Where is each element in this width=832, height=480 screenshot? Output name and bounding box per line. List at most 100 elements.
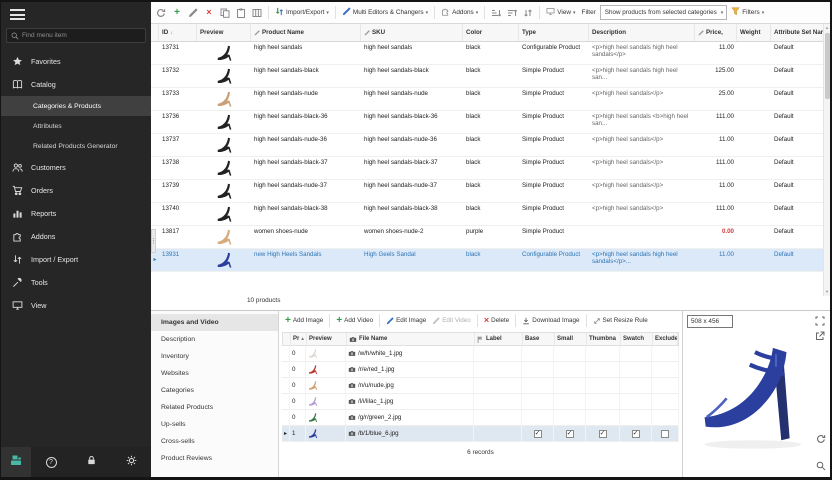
delete-image-button[interactable]: ×Delete	[482, 315, 511, 326]
product-row[interactable]: 13740high heel sandals-black-38high heel…	[151, 203, 830, 226]
header-position[interactable]: Pr▴	[291, 333, 307, 345]
sidebar-item-reports[interactable]: Reports	[1, 202, 151, 225]
thumbnail-checkbox[interactable]: ✓	[599, 430, 607, 438]
paste-button[interactable]	[234, 5, 248, 20]
header-weight[interactable]: Weight	[737, 24, 771, 41]
exclude-checkbox[interactable]	[661, 430, 669, 438]
sidebar-item-categories-products[interactable]: Categories & Products	[1, 96, 151, 116]
header-attribute-set[interactable]: Attribute Set Name	[771, 24, 830, 41]
delete-button[interactable]: ×	[202, 5, 216, 20]
header-price[interactable]: Price,	[695, 24, 737, 41]
tab-inventory[interactable]: Inventory	[151, 348, 278, 365]
sidebar-item-customers[interactable]: Customers	[1, 156, 151, 179]
image-row[interactable]: 0/r/e/red_1.jpg	[282, 362, 679, 378]
scroll-down-icon[interactable]: ▼	[824, 288, 830, 296]
vertical-scrollbar[interactable]: ▲ ▼	[823, 24, 830, 296]
columns-button[interactable]	[250, 5, 264, 20]
menu-search-input[interactable]	[22, 32, 141, 39]
add-image-button[interactable]: +Add Image	[283, 315, 325, 327]
clear-sort-button[interactable]	[521, 5, 535, 20]
product-row[interactable]: 13817women shoes-nudewomen shoes-nude-2p…	[151, 226, 830, 249]
add-video-button[interactable]: +Add Video	[334, 315, 375, 327]
tab-up-sells[interactable]: Up-sells	[151, 416, 278, 433]
product-row[interactable]: 13737high heel sandals-nude-36high heel …	[151, 134, 830, 157]
view-menu[interactable]: View▾	[544, 6, 577, 19]
refresh-button[interactable]	[154, 5, 168, 20]
base-checkbox[interactable]: ✓	[534, 430, 542, 438]
product-row[interactable]: 13739high heel sandals-nude-37high heel …	[151, 180, 830, 203]
lock-button[interactable]	[71, 453, 111, 471]
edit-image-button[interactable]: Edit Image	[384, 316, 428, 326]
image-row[interactable]: 0/w/h/white_1.jpg	[282, 346, 679, 362]
tab-categories[interactable]: Categories	[151, 382, 278, 399]
tab-websites[interactable]: Websites	[151, 365, 278, 382]
header-preview[interactable]: Preview	[197, 24, 251, 41]
sort-desc-button[interactable]	[505, 5, 519, 20]
header-id[interactable]: ID↓	[159, 24, 197, 41]
copy-button[interactable]	[218, 5, 232, 20]
image-row[interactable]: 0/g/r/green_2.jpg	[282, 410, 679, 426]
image-size-field[interactable]: 508 x 456	[687, 315, 733, 328]
sidebar-item-catalog[interactable]: Catalog	[1, 73, 151, 96]
header-color[interactable]: Color	[463, 24, 519, 41]
sidebar-item-orders[interactable]: Orders	[1, 179, 151, 202]
grid-splitter-handle[interactable]: ⋮	[151, 229, 156, 253]
header-thumbnail[interactable]: Thumbna	[587, 333, 621, 345]
tab-product-reviews[interactable]: Product Reviews	[151, 450, 278, 467]
header-product-name[interactable]: Product Name	[251, 24, 361, 41]
product-row[interactable]: ▸13931new High Heels SandalsHigh Geels S…	[151, 249, 830, 272]
zoom-icon[interactable]	[815, 460, 827, 472]
menu-icon[interactable]	[10, 9, 25, 23]
tab-related-products[interactable]: Related Products	[151, 399, 278, 416]
product-row[interactable]: 13731high heel sandalshigh heel sandalsb…	[151, 42, 830, 65]
edit-button[interactable]	[186, 5, 200, 20]
image-row[interactable]: 0/l/i/lilac_1.jpg	[282, 394, 679, 410]
product-row[interactable]: 13732high heel sandals-blackhigh heel sa…	[151, 65, 830, 88]
sidebar-item-import-export[interactable]: Import / Export	[1, 248, 151, 271]
sidebar-item-addons[interactable]: Addons	[1, 225, 151, 248]
header-sku[interactable]: SKU	[361, 24, 463, 41]
edit-video-button[interactable]: Edit Video	[430, 316, 473, 326]
header-swatch[interactable]: Swatch	[621, 333, 653, 345]
filters-menu[interactable]: Filters▾	[729, 6, 766, 19]
category-filter-select[interactable]: Show products from selected categories ▾	[600, 5, 728, 20]
header-base[interactable]: Base	[523, 333, 555, 345]
download-image-button[interactable]: Download Image	[520, 316, 581, 326]
refresh-preview-icon[interactable]	[815, 433, 827, 445]
sidebar-item-attributes[interactable]: Attributes	[1, 116, 151, 136]
sidebar-item-related-products-generator[interactable]: Related Products Generator	[1, 136, 151, 156]
tab-images-and-video[interactable]: Images and Video	[151, 314, 278, 331]
help-button[interactable]: ?	[31, 457, 71, 468]
tab-description[interactable]: Description	[151, 331, 278, 348]
header-label[interactable]: Label	[475, 333, 523, 345]
product-row[interactable]: 13738high heel sandals-black-37high heel…	[151, 157, 830, 180]
multi-editors-menu[interactable]: Multi Editors & Changers▾	[340, 6, 430, 19]
add-button[interactable]: +	[170, 5, 184, 20]
tab-cross-sells[interactable]: Cross-sells	[151, 433, 278, 450]
addons-menu[interactable]: Addons▾	[439, 6, 480, 19]
swatch-checkbox[interactable]: ✓	[632, 430, 640, 438]
sidebar-item-view[interactable]: View	[1, 294, 151, 317]
sort-asc-button[interactable]	[489, 5, 503, 20]
set-resize-rule-button[interactable]: Set Resize Rule	[591, 316, 650, 326]
settings-button[interactable]	[111, 453, 151, 471]
image-row[interactable]: ▸1/b/1/blue_6.jpg✓✓✓✓	[282, 426, 679, 442]
header-description[interactable]: Description	[589, 24, 695, 41]
scroll-up-icon[interactable]: ▲	[824, 24, 830, 32]
header-file-name[interactable]: File Name	[347, 333, 475, 345]
image-row[interactable]: 0/n/u/nude.jpg	[282, 378, 679, 394]
scrollbar-thumb[interactable]	[825, 33, 830, 99]
pos-button[interactable]	[1, 447, 31, 477]
header-small[interactable]: Small	[555, 333, 587, 345]
menu-search[interactable]	[6, 28, 146, 43]
fullscreen-icon[interactable]	[814, 315, 826, 327]
header-type[interactable]: Type	[519, 24, 589, 41]
header-exclude[interactable]: Exclude	[653, 333, 678, 345]
small-checkbox[interactable]: ✓	[566, 430, 574, 438]
import-export-menu[interactable]: Import/Export▾	[273, 6, 331, 19]
sidebar-item-tools[interactable]: Tools	[1, 271, 151, 294]
header-image-preview[interactable]: Preview	[307, 333, 347, 345]
sidebar-item-favorites[interactable]: Favorites	[1, 50, 151, 73]
product-row[interactable]: 13736high heel sandals-black-36high heel…	[151, 111, 830, 134]
product-row[interactable]: 13733high heel sandals-nudehigh heel san…	[151, 88, 830, 111]
